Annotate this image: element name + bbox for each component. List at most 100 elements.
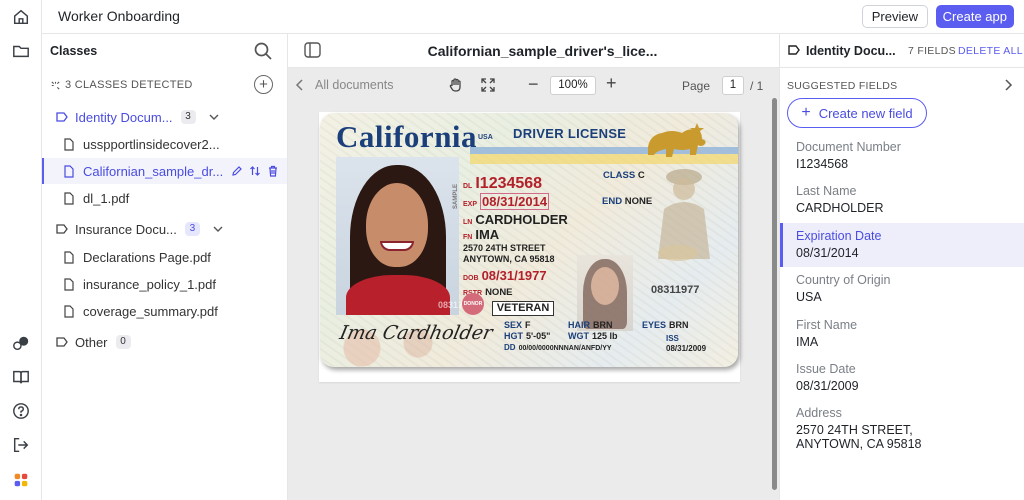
file-item[interactable]: insurance_policy_1.pdf — [42, 271, 287, 297]
preview-button[interactable]: Preview — [861, 5, 928, 28]
class-name: Identity Docum... — [75, 109, 173, 125]
file-item[interactable]: coverage_summary.pdf — [42, 298, 287, 324]
dd-field: DD 00/00/0000NNNAN/ANFD/YY — [504, 343, 612, 353]
file-item[interactable]: Declarations Page.pdf — [42, 244, 287, 270]
file-item[interactable]: usspportlinsidecover2... — [42, 131, 287, 157]
field-document-number[interactable]: Document Number I1234568 — [780, 140, 1024, 180]
tag-icon — [56, 224, 68, 234]
file-item-selected[interactable]: Californian_sample_dr... — [42, 158, 287, 184]
tag-icon — [56, 337, 68, 347]
file-item[interactable]: dl_1.pdf — [42, 185, 287, 211]
sex-field: SEX F — [504, 320, 531, 330]
hand-tool-icon[interactable] — [448, 77, 464, 93]
edit-icon[interactable] — [231, 165, 243, 177]
document-viewer: Californian_sample_driver's_lice... All … — [288, 34, 779, 500]
fields-panel: Identity Docu... 7 FIELDS DELETE ALL SUG… — [779, 34, 1024, 500]
file-icon — [64, 164, 74, 178]
chevron-right-icon[interactable] — [1002, 78, 1014, 92]
address-line-1: 2570 24TH STREET — [463, 243, 546, 253]
viewer-header: Californian_sample_driver's_lice... — [288, 34, 779, 68]
zoom-out-button[interactable]: − — [528, 74, 539, 95]
dob-field: DOB 08/31/1977 — [463, 268, 547, 283]
tag-icon — [56, 112, 68, 122]
apps-icon[interactable] — [11, 470, 31, 490]
driver-license-card: California USA DRIVER LICENSE 083177 SAM… — [320, 113, 738, 367]
file-icon — [64, 304, 74, 318]
gold-miner-icon — [658, 169, 710, 261]
document-page: California USA DRIVER LICENSE 083177 SAM… — [319, 112, 740, 382]
license-photo — [336, 157, 459, 315]
license-title: DRIVER LICENSE — [513, 126, 627, 141]
home-icon[interactable] — [11, 7, 31, 27]
chevron-left-icon[interactable] — [294, 78, 306, 92]
tag-icon — [788, 45, 800, 55]
weight-field: WGT 125 lb — [568, 331, 618, 341]
field-country-of-origin[interactable]: Country of Origin USA — [780, 273, 1024, 313]
class-name: Other — [75, 334, 108, 350]
endorsement-field: END NONE — [602, 196, 653, 207]
add-class-button[interactable]: + — [254, 75, 273, 94]
class-group-identity[interactable]: Identity Docum... 3 — [42, 104, 287, 130]
search-icon[interactable] — [253, 41, 273, 61]
viewer-toolbar: All documents − 100% + Page 1 / 1 — [288, 68, 779, 102]
community-icon[interactable] — [11, 333, 31, 353]
trash-icon[interactable] — [267, 165, 279, 177]
zoom-level[interactable]: 100% — [550, 76, 596, 95]
field-expiration-date[interactable]: Expiration Date 08/31/2014 — [780, 223, 1024, 267]
iss-label: ISS — [666, 334, 679, 343]
folder-icon[interactable] — [11, 41, 31, 61]
create-new-field-button[interactable]: + Create new field — [787, 98, 927, 128]
classes-panel: Classes 3 CLASSES DETECTED + Identity Do… — [42, 34, 288, 500]
expiration-field: EXP 08/31/2014 — [463, 193, 550, 210]
sparkle-icon — [51, 80, 60, 90]
license-country: USA — [478, 134, 493, 141]
signature: Ima Cardholder — [337, 322, 495, 344]
selected-class-name: Identity Docu... — [806, 44, 896, 58]
chevron-down-icon[interactable] — [212, 223, 224, 235]
plus-icon: + — [801, 104, 811, 121]
address-line-2: ANYTOWN, CA 95818 — [463, 254, 555, 264]
fields-header: Identity Docu... 7 FIELDS DELETE ALL — [780, 34, 1024, 68]
height-field: HGT 5'-05" — [504, 331, 551, 341]
file-icon — [64, 277, 74, 291]
field-issue-date[interactable]: Issue Date 08/31/2009 — [780, 362, 1024, 402]
class-group-insurance[interactable]: Insurance Docu... 3 — [42, 216, 287, 242]
donor-badge: DONOR — [462, 293, 484, 315]
last-name-field: LN CARDHOLDER — [463, 212, 568, 227]
eyes-field: EYES BRN — [642, 320, 689, 330]
file-icon — [64, 191, 74, 205]
page-label: Page — [682, 79, 711, 93]
class-count-badge: 3 — [180, 110, 196, 124]
chevron-down-icon[interactable] — [208, 111, 220, 123]
dl-number-field: DL I1234568 — [463, 175, 543, 192]
sort-icon[interactable] — [249, 165, 261, 177]
fit-screen-icon[interactable] — [480, 77, 496, 93]
page-number-input[interactable]: 1 — [722, 76, 744, 95]
logout-icon[interactable] — [11, 435, 31, 455]
file-row-actions — [231, 165, 279, 177]
icon-rail — [0, 0, 42, 500]
class-count-badge: 3 — [184, 222, 200, 236]
create-app-button[interactable]: Create app — [935, 5, 1014, 28]
file-icon — [64, 250, 74, 264]
issue-date-field: 08/31/2009 — [666, 344, 707, 353]
field-last-name[interactable]: Last Name CARDHOLDER — [780, 184, 1024, 224]
delete-all-button[interactable]: DELETE ALL — [958, 45, 1023, 57]
class-group-other[interactable]: Other 0 — [42, 329, 287, 355]
suggested-fields-label: SUGGESTED FIELDS — [787, 80, 898, 92]
help-icon[interactable] — [11, 401, 31, 421]
all-documents-link[interactable]: All documents — [315, 78, 394, 92]
page-total: / 1 — [750, 79, 764, 93]
top-header: Worker Onboarding Preview Create app — [42, 0, 1024, 34]
fields-count: 7 FIELDS — [908, 45, 956, 57]
zoom-in-button[interactable]: + — [606, 73, 617, 94]
card-small-number: 08311977 — [651, 284, 700, 296]
field-first-name[interactable]: First Name IMA — [780, 318, 1024, 358]
classes-title: Classes — [50, 44, 98, 58]
class-field: CLASS C — [603, 170, 645, 181]
first-name-field: FN IMA — [463, 227, 500, 242]
field-address[interactable]: Address 2570 24TH STREET, ANYTOWN, CA 95… — [780, 406, 1024, 462]
viewer-scrollbar[interactable] — [772, 98, 777, 490]
book-icon[interactable] — [11, 367, 31, 387]
sample-watermark: SAMPLE — [453, 183, 459, 209]
